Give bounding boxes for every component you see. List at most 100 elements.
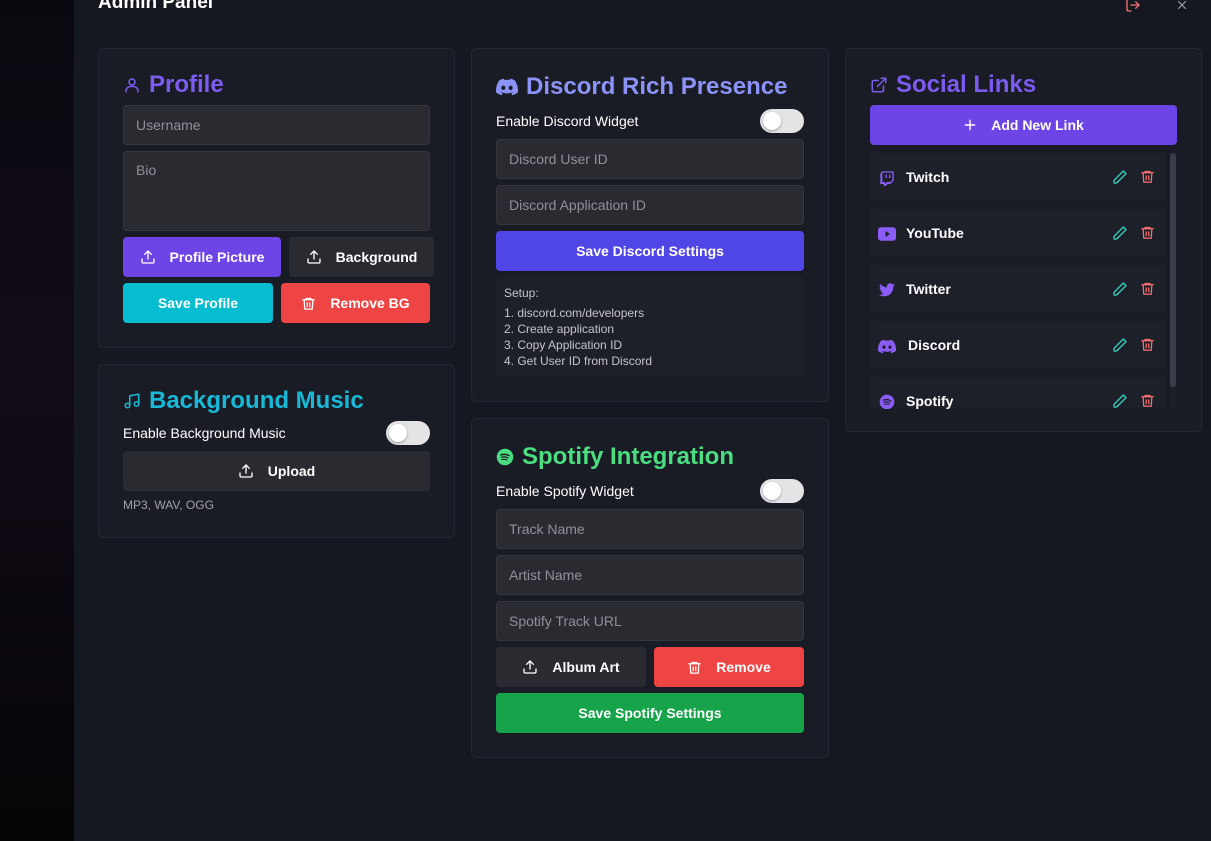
toggle-knob: [763, 112, 781, 130]
profile-title: Profile: [149, 71, 224, 98]
track-name-input[interactable]: [496, 509, 804, 549]
social-heading: Social Links: [870, 71, 1036, 99]
discord-icon: [496, 78, 518, 96]
trash-icon[interactable]: [1140, 393, 1156, 409]
social-link-row[interactable]: YouTube: [870, 209, 1166, 257]
discord-app-id-input[interactable]: [496, 185, 804, 225]
trash-icon: [688, 661, 702, 674]
music-enable-label: Enable Background Music: [123, 425, 286, 441]
album-art-label: Album Art: [552, 659, 620, 675]
trash-icon[interactable]: [1140, 225, 1156, 241]
social-link-list: Twitch YouTube Twitter Discord Spotify: [870, 153, 1176, 409]
social-title: Social Links: [896, 71, 1037, 98]
social-link-name: YouTube: [906, 225, 964, 241]
save-profile-button[interactable]: Save Profile: [123, 283, 273, 323]
edit-icon[interactable]: [1112, 225, 1128, 241]
spotify-toggle[interactable]: [760, 479, 804, 503]
social-link-row[interactable]: Discord: [870, 321, 1166, 369]
plus-icon: [964, 119, 976, 131]
edit-icon[interactable]: [1112, 169, 1128, 185]
spotify-heading: Spotify Integration: [496, 443, 734, 471]
music-upload-button[interactable]: Upload: [123, 451, 430, 491]
spotify-title: Spotify Integration: [522, 443, 734, 470]
spotify-url-input[interactable]: [496, 601, 804, 641]
social-link-row[interactable]: Spotify: [870, 377, 1166, 409]
add-link-label: Add New Link: [991, 117, 1084, 133]
save-spotify-button[interactable]: Save Spotify Settings: [496, 693, 804, 733]
social-links-card: Social Links Add New Link Twitch YouTube…: [845, 48, 1202, 432]
username-input[interactable]: [123, 105, 430, 145]
background-upload-button[interactable]: Background: [289, 237, 434, 277]
spotify-enable-label: Enable Spotify Widget: [496, 483, 634, 499]
edit-icon[interactable]: [1112, 281, 1128, 297]
setup-step: 4. Get User ID from Discord: [504, 354, 653, 368]
add-link-button[interactable]: Add New Link: [870, 105, 1177, 145]
profile-heading: Profile: [123, 71, 224, 99]
user-icon: [125, 78, 139, 93]
spotify-icon: [496, 448, 514, 466]
discord-title: Discord Rich Presence: [526, 73, 788, 100]
profile-picture-label: Profile Picture: [169, 249, 265, 265]
edit-icon[interactable]: [1112, 393, 1128, 409]
setup-step: 3. Copy Application ID: [504, 338, 623, 352]
remove-label: Remove: [716, 659, 771, 675]
profile-picture-button[interactable]: Profile Picture: [123, 237, 281, 277]
save-profile-label: Save Profile: [157, 295, 239, 311]
background-backdrop: [0, 0, 74, 841]
bio-input[interactable]: [123, 151, 430, 231]
save-discord-label: Save Discord Settings: [576, 243, 724, 259]
album-art-button[interactable]: Album Art: [496, 647, 646, 687]
social-link-name: Twitch: [906, 169, 950, 185]
scrollbar-thumb[interactable]: [1170, 153, 1176, 387]
close-icon[interactable]: [1173, 0, 1191, 14]
external-link-icon: [871, 77, 887, 93]
discord-user-id-input[interactable]: [496, 139, 804, 179]
twitch-icon: [878, 169, 896, 187]
trash-icon[interactable]: [1140, 337, 1156, 353]
toggle-knob: [763, 482, 781, 500]
admin-panel: Admin Panel Profile Profile Picture: [74, 0, 1211, 841]
remove-bg-label: Remove BG: [330, 295, 410, 311]
music-note-icon: [124, 393, 140, 409]
link-list-scrollbar[interactable]: [1170, 153, 1176, 409]
music-card: Background Music Enable Background Music…: [98, 364, 455, 538]
setup-title: Setup:: [504, 286, 539, 300]
setup-step: 1. discord.com/developers: [504, 306, 645, 320]
upload-icon: [239, 464, 253, 478]
social-link-name: Discord: [908, 337, 961, 353]
music-toggle[interactable]: [386, 421, 430, 445]
social-link-name: Twitter: [906, 281, 951, 297]
setup-step: 2. Create application: [504, 322, 615, 336]
upload-icon: [140, 250, 155, 264]
upload-icon: [523, 660, 538, 674]
social-link-row[interactable]: Twitter: [870, 265, 1166, 313]
twitter-icon: [878, 281, 896, 299]
trash-icon[interactable]: [1140, 281, 1156, 297]
spotify-card: Spotify Integration Enable Spotify Widge…: [471, 418, 829, 758]
artist-name-input[interactable]: [496, 555, 804, 595]
music-heading: Background Music: [123, 387, 364, 415]
social-link-name: Spotify: [906, 393, 954, 409]
music-formats: MP3, WAV, OGG: [123, 498, 214, 512]
trash-icon[interactable]: [1140, 169, 1156, 185]
upload-icon: [306, 250, 321, 264]
upload-label: Upload: [267, 463, 316, 479]
background-label: Background: [335, 249, 418, 265]
trash-icon: [302, 297, 316, 310]
discord-toggle[interactable]: [760, 109, 804, 133]
save-discord-button[interactable]: Save Discord Settings: [496, 231, 804, 271]
panel-title: Admin Panel: [98, 0, 214, 13]
music-title: Background Music: [149, 387, 364, 414]
discord-heading: Discord Rich Presence: [496, 73, 787, 101]
edit-icon[interactable]: [1112, 337, 1128, 353]
discord-icon: [878, 337, 896, 355]
discord-setup-box: Setup: 1. discord.com/developers 2. Crea…: [496, 277, 804, 377]
save-spotify-label: Save Spotify Settings: [578, 705, 722, 721]
remove-album-art-button[interactable]: Remove: [654, 647, 804, 687]
social-link-row[interactable]: Twitch: [870, 153, 1166, 201]
logout-icon[interactable]: [1124, 0, 1142, 14]
remove-bg-button[interactable]: Remove BG: [281, 283, 430, 323]
spotify-icon: [878, 393, 896, 409]
discord-enable-label: Enable Discord Widget: [496, 113, 639, 129]
toggle-knob: [389, 424, 407, 442]
